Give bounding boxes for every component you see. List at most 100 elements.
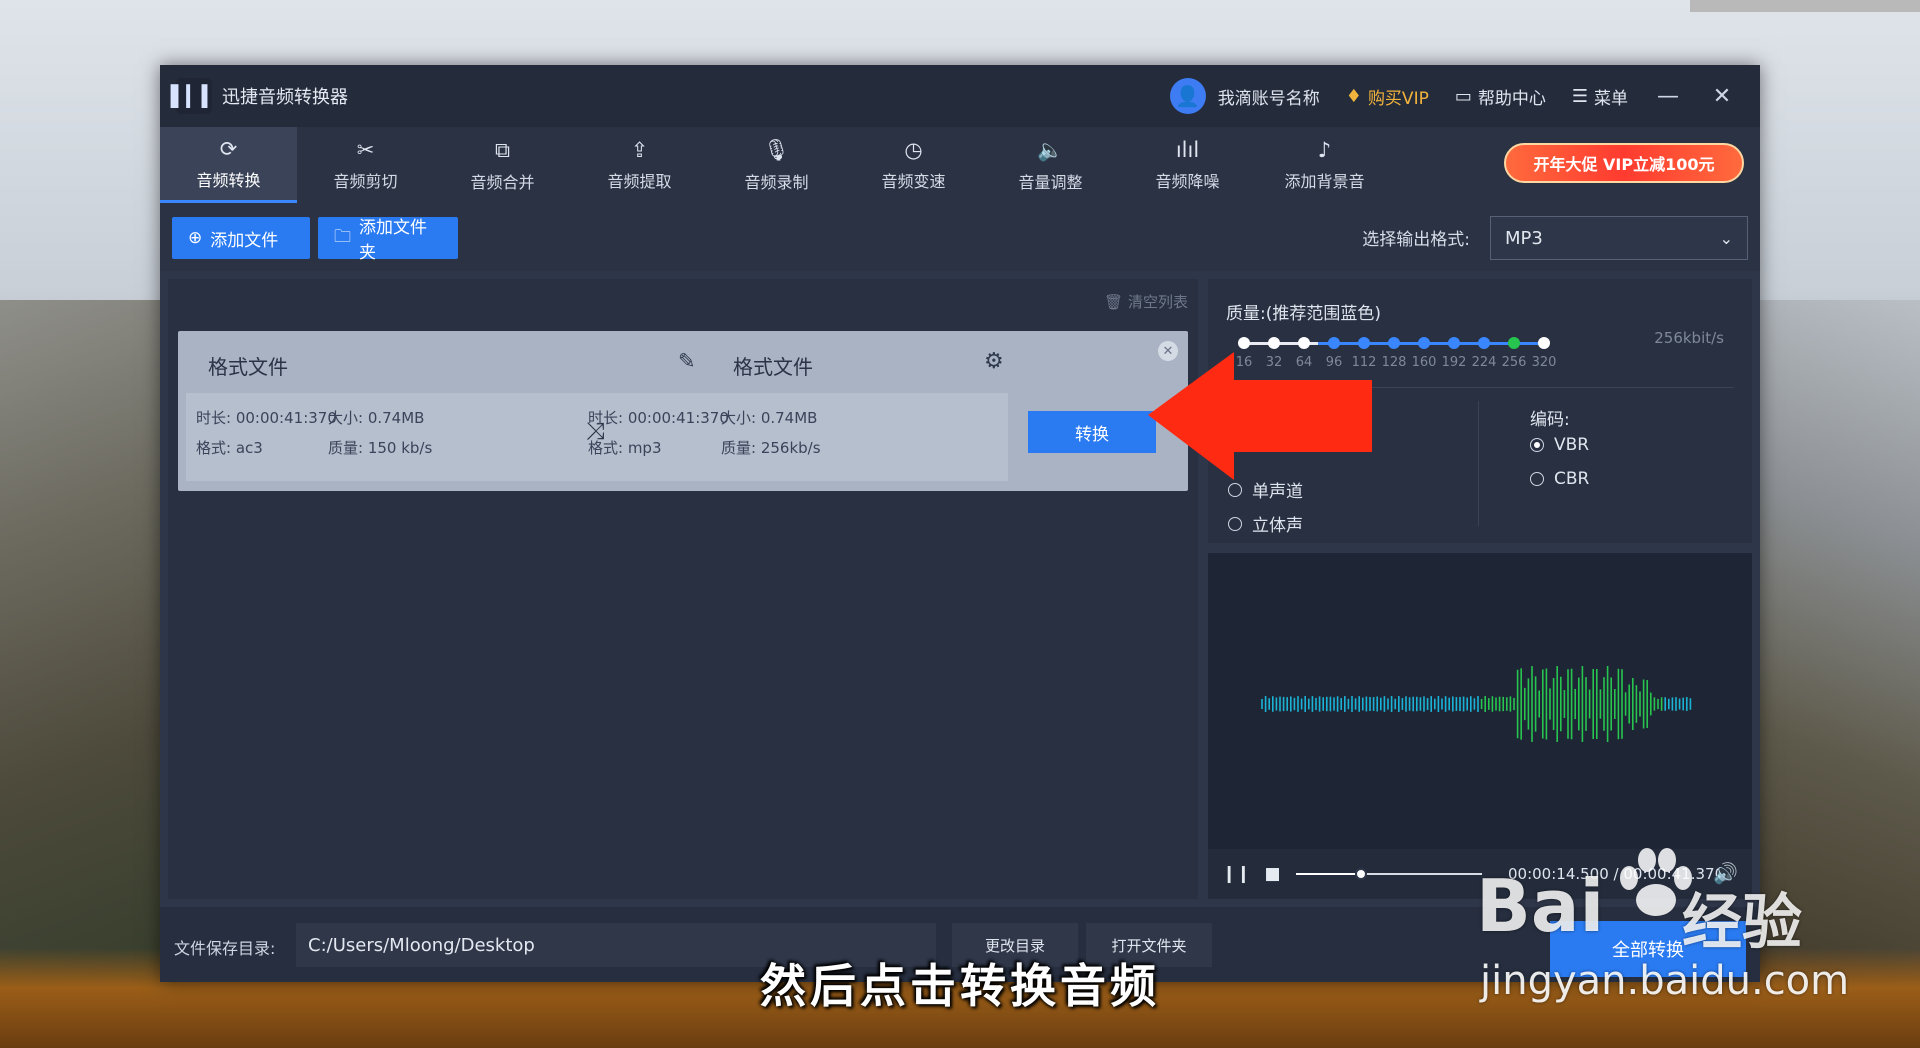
seek-progress [1296,873,1362,875]
file-info-body: 时长: 00:00:41:370 大小: 0.74MB 格式: ac3 质量: … [186,393,1008,481]
trash-icon: 🗑 [1104,293,1124,311]
radio-icon [1228,482,1242,497]
speed-icon: ◷ [904,138,923,162]
quality-tick-label: 224 [1471,355,1497,370]
encoding-cbr-option[interactable]: CBR [1530,469,1589,489]
menu-button[interactable]: ☰ 菜单 [1572,84,1628,109]
music-icon: ♪ [1317,138,1332,162]
seek-handle[interactable] [1355,868,1368,880]
add-folder-label: 添加文件夹 [359,218,427,263]
buy-vip-button[interactable]: ♦ 购买VIP [1346,84,1429,109]
source-quality: 质量: 150 kb/s [328,439,433,457]
radio-icon [1228,516,1242,531]
channel-stereo-option[interactable]: 立体声 [1228,511,1303,536]
divider [1478,401,1479,526]
denoise-icon: ılıl [1175,138,1200,162]
diamond-icon: ♦ [1345,85,1362,107]
quality-stop-128[interactable] [1388,337,1400,349]
encoding-label: 编码: [1530,410,1570,430]
action-bar: ⊕ 添加文件 🗀 添加文件夹 选择输出格式: MP3 ⌄ [160,203,1760,271]
source-file-name: 格式文件 [208,355,288,379]
tab-audio-record[interactable]: 🎙 音频录制 [708,127,845,203]
help-center-label: 帮助中心 [1477,88,1546,109]
seek-slider[interactable] [1296,868,1482,880]
target-file-name: 格式文件 [733,355,813,379]
user-account[interactable]: 👤 我滴账号名称 [1169,78,1320,114]
quality-tick-label: 256 [1501,355,1527,370]
app-title: 迅捷音频转换器 [222,87,348,108]
quality-tick-label: 192 [1441,355,1467,370]
quality-stop-320[interactable] [1538,337,1550,349]
clear-list-button[interactable]: 🗑 清空列表 [1104,291,1188,312]
tab-audio-denoise[interactable]: ılıl 音频降噪 [1119,127,1256,203]
encoding-vbr-option[interactable]: VBR [1530,435,1589,455]
output-format-value: MP3 [1505,227,1543,249]
convert-icon: ⟳ [219,136,238,161]
channel-stereo-label: 立体声 [1252,516,1303,536]
title-bar: ▌▎▍ 迅捷音频转换器 👤 我滴账号名称 ♦ 购买VIP ▭ 帮助中心 ☰ 菜单… [160,65,1760,127]
file-item-card: 格式文件 ✎ 格式文件 ⚙ ✕ 时长: 00:00:41:370 大小: 0.7… [178,331,1188,491]
quality-stop-64[interactable] [1298,337,1310,349]
quality-stop-112[interactable] [1358,337,1370,349]
tab-label: 音量调整 [1018,172,1083,192]
tab-label: 音频录制 [744,172,809,192]
quality-stop-96[interactable] [1328,337,1340,349]
merge-icon: ⧉ [495,137,510,162]
tab-label: 音频降噪 [1155,172,1220,191]
quality-stop-192[interactable] [1448,337,1460,349]
quality-stop-224[interactable] [1478,337,1490,349]
user-name: 我滴账号名称 [1217,88,1320,109]
convert-button[interactable]: 转换 [1028,411,1156,453]
target-duration: 时长: 00:00:41:370 [588,409,729,427]
tab-audio-merge[interactable]: ⧉ 音频合并 [434,127,571,203]
stop-icon[interactable]: ■ [1265,864,1281,884]
tab-audio-extract[interactable]: ⇪ 音频提取 [571,127,708,203]
help-center-button[interactable]: ▭ 帮助中心 [1455,84,1546,109]
tab-label: 音频变速 [881,172,946,191]
user-avatar-icon: 👤 [1169,78,1206,114]
tab-audio-convert[interactable]: ⟳ 音频转换 [160,127,297,203]
target-format: 格式: mp3 [588,439,662,457]
tab-label: 音频合并 [470,172,535,192]
tab-label: 音频转换 [196,170,261,190]
output-format-select[interactable]: MP3 ⌄ [1490,216,1748,260]
tab-label: 音频提取 [607,172,672,191]
file-list-panel: 🗑 清空列表 格式文件 ✎ 格式文件 ⚙ ✕ 时长: 00:00:41:370 … [168,279,1198,899]
close-window-icon[interactable]: ✕ [1708,84,1736,109]
quality-stop-32[interactable] [1268,337,1280,349]
radio-selected-icon [1530,438,1544,452]
menu-label: 菜单 [1594,88,1628,109]
minimize-icon[interactable]: — [1654,84,1682,109]
buy-vip-label: 购买VIP [1367,88,1429,109]
red-arrow-pointer [1148,352,1372,480]
add-file-button[interactable]: ⊕ 添加文件 [172,217,310,259]
radio-icon [1530,472,1544,486]
quality-stop-256[interactable] [1508,337,1520,349]
gear-icon[interactable]: ⚙ [984,349,1004,374]
target-quality: 质量: 256kb/s [721,439,821,457]
edit-icon[interactable]: ✎ [678,349,696,373]
video-subtitle: 然后点击转换音频 [760,959,1160,1013]
quality-title: 质量:(推荐范围蓝色) [1226,304,1381,324]
quality-tick-label: 160 [1411,355,1437,370]
tab-add-background-music[interactable]: ♪ 添加背景音 [1256,127,1393,203]
pause-icon[interactable]: ❙❙ [1222,864,1251,884]
watermark-brand: Bai [1476,864,1605,948]
target-size: 大小: 0.74MB [721,409,818,427]
add-file-label: 添加文件 [210,230,279,251]
tab-audio-speed[interactable]: ◷ 音频变速 [845,127,982,203]
chat-icon: ▭ [1454,85,1472,107]
quality-stop-16[interactable] [1238,337,1250,349]
microphone-icon: 🎙 [763,137,790,162]
quality-stop-160[interactable] [1418,337,1430,349]
clear-list-label: 清空列表 [1127,293,1188,311]
promo-banner[interactable]: 开年大促 VIP立减100元 [1504,143,1744,183]
tab-volume-adjust[interactable]: 🔈 音量调整 [982,127,1119,203]
plus-circle-icon: ⊕ [188,228,203,248]
add-folder-button[interactable]: 🗀 添加文件夹 [318,217,458,263]
tab-label: 添加背景音 [1284,172,1365,191]
tab-audio-cut[interactable]: ✂ 音频剪切 [297,127,434,203]
encoding-vbr-label: VBR [1554,435,1590,455]
desktop-taskbar-strip [1690,0,1920,12]
tab-label: 音频剪切 [333,172,398,191]
